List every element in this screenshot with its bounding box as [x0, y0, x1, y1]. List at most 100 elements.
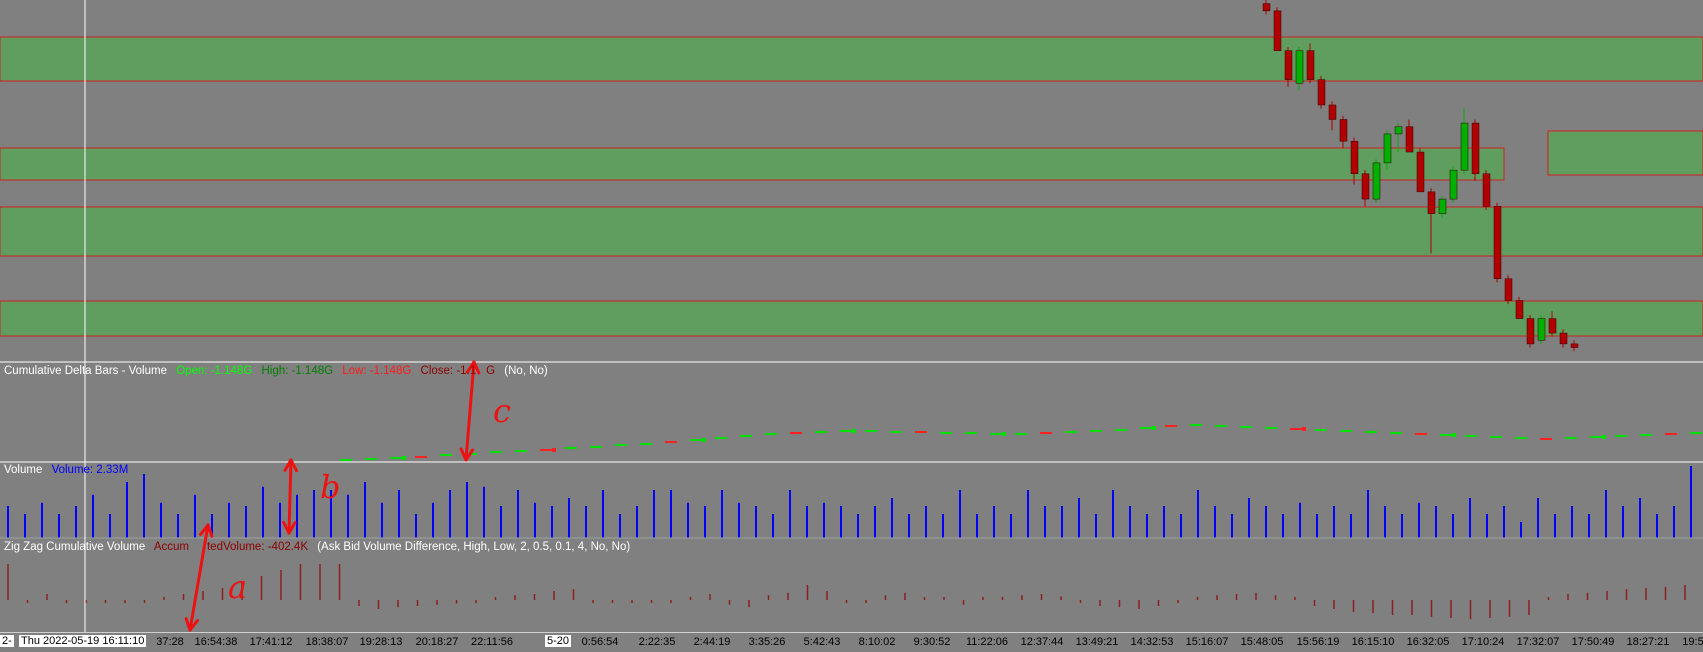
- time-tick: 17:50:49: [1571, 636, 1615, 648]
- candle-down: [1262, 3, 1271, 12]
- demand-zone: [0, 147, 1505, 181]
- candle-down: [1559, 332, 1568, 345]
- cumdelta-marker: [1002, 432, 1006, 436]
- demand-zone: [0, 300, 1703, 337]
- cumdelta-marker: [1152, 426, 1156, 430]
- candle-up: [1295, 50, 1304, 84]
- cumdelta-panel-title: Cumulative Delta Bars - Volume Open: -1.…: [4, 365, 554, 377]
- time-tick: 17:32:07: [1516, 636, 1560, 648]
- date-marker: 5-20: [545, 635, 572, 647]
- cumdelta-marker: [1452, 433, 1456, 437]
- candle-down: [1526, 318, 1535, 345]
- volume-value: Volume: 2.33M: [51, 464, 129, 476]
- cumdelta-name: Cumulative Delta Bars - Volume: [4, 365, 167, 377]
- zigzag-accum-b: tedVolume: -402.4K: [206, 541, 308, 553]
- candle-down: [1350, 140, 1359, 175]
- zigzag-accum-a: Accum: [153, 541, 189, 553]
- candle-down: [1273, 10, 1282, 51]
- time-tick: 9:30:52: [913, 636, 951, 648]
- time-axis: 2- Thu 2022-05-19 16:11:10 5-20 37:28 16:…: [0, 632, 1703, 652]
- zigzag-params: (Ask Bid Volume Difference, High, Low, 2…: [317, 541, 631, 553]
- volume-name: Volume: [4, 464, 43, 476]
- demand-zone: [1547, 130, 1703, 176]
- cumdelta-marker: [402, 456, 406, 460]
- cumdelta-marker: [1602, 435, 1606, 439]
- annotation-arrowhead: [184, 617, 192, 632]
- time-tick: 11:22:06: [965, 636, 1009, 648]
- time-tick: 16:15:10: [1351, 636, 1395, 648]
- time-tick: 13:49:21: [1075, 636, 1119, 648]
- annotation-a: a: [228, 568, 248, 606]
- time-tick: 14:32:53: [1130, 636, 1174, 648]
- candle-down: [1328, 104, 1337, 120]
- time-tick: 15:56:19: [1296, 636, 1340, 648]
- crosshair-time-label: Thu 2022-05-19 16:11:10: [19, 635, 147, 647]
- candle-down: [1427, 191, 1436, 214]
- candle-up: [1449, 169, 1458, 200]
- zigzag-name: Zig Zag Cumulative Volume: [4, 541, 146, 553]
- volume-bars: [7, 466, 1692, 538]
- demand-zone: [0, 36, 1703, 82]
- zigzag-panel-title: Zig Zag Cumulative Volume Accum tedVolume…: [4, 541, 636, 553]
- candle-down: [1416, 151, 1425, 193]
- time-tick: 12:37:44: [1020, 636, 1064, 648]
- time-tick: 15:16:07: [1185, 636, 1229, 648]
- candle-down: [1339, 119, 1348, 142]
- candle-down: [1471, 122, 1480, 175]
- time-tick: 3:35:26: [748, 636, 786, 648]
- candle-down: [1284, 50, 1293, 80]
- cumdelta-close: Close: -1.1: [420, 365, 477, 377]
- time-tick: 8:10:02: [858, 636, 896, 648]
- annotation-arrow-line: [287, 458, 293, 535]
- annotation-c: c: [493, 392, 511, 430]
- candle-up: [1383, 133, 1392, 164]
- cumdelta-close-tail: G: [486, 365, 496, 377]
- time-tick: 5:42:43: [803, 636, 841, 648]
- time-tick: 19:28:13: [359, 636, 403, 648]
- cumdelta-open: Open: -1.148G: [176, 365, 253, 377]
- cumdelta-marker: [702, 438, 706, 442]
- cumdelta-marker: [1302, 427, 1306, 431]
- candle-up: [1372, 162, 1381, 200]
- candle-down: [1482, 173, 1491, 207]
- time-tick: 20:18:27: [415, 636, 459, 648]
- candle-up: [1438, 198, 1447, 214]
- annotation-b: b: [320, 468, 341, 506]
- candle-down: [1570, 343, 1579, 348]
- cumdelta-high: High: -1.148G: [261, 365, 334, 377]
- candle-down: [1306, 50, 1315, 80]
- candle-down: [1515, 300, 1524, 319]
- cumdelta-low: Low: -1.148G: [342, 365, 412, 377]
- candle-down: [1493, 206, 1502, 279]
- candle-down: [1317, 79, 1326, 106]
- cumdelta-params: (No, No): [504, 365, 548, 377]
- time-tick: 22:11:56: [470, 636, 514, 648]
- candle-up: [1537, 318, 1546, 341]
- time-tick: 17:10:24: [1461, 636, 1505, 648]
- volume-panel-title: Volume Volume: 2.33M: [4, 464, 134, 476]
- time-tick: 15:48:05: [1240, 636, 1284, 648]
- candle-up: [1460, 122, 1469, 171]
- zigzag-volume-bars: [7, 564, 1686, 620]
- demand-zone: [0, 206, 1703, 257]
- time-tick: 2:44:19: [693, 636, 731, 648]
- time-tick: 19:5: [1682, 636, 1703, 648]
- time-axis-left-cut: 2-: [0, 635, 14, 647]
- time-tick: 2:22:35: [638, 636, 676, 648]
- cumdelta-marker: [852, 429, 856, 433]
- candle-down: [1405, 126, 1414, 153]
- candle-down: [1548, 318, 1557, 334]
- time-tick: 16:54:38: [194, 636, 238, 648]
- time-tick: 17:41:12: [249, 636, 293, 648]
- time-tick: 37:28: [156, 636, 184, 648]
- time-tick: 18:38:07: [305, 636, 349, 648]
- candle-down: [1504, 278, 1513, 301]
- candle-down: [1361, 173, 1370, 200]
- time-tick: 0:56:54: [581, 636, 619, 648]
- candle-up: [1394, 126, 1403, 135]
- chart-canvas[interactable]: [0, 0, 1703, 651]
- cumdelta-marker: [552, 448, 556, 452]
- supply-demand-zones: [0, 36, 1703, 337]
- time-tick: 16:32:05: [1406, 636, 1450, 648]
- cumulative-delta-series: [340, 424, 1702, 461]
